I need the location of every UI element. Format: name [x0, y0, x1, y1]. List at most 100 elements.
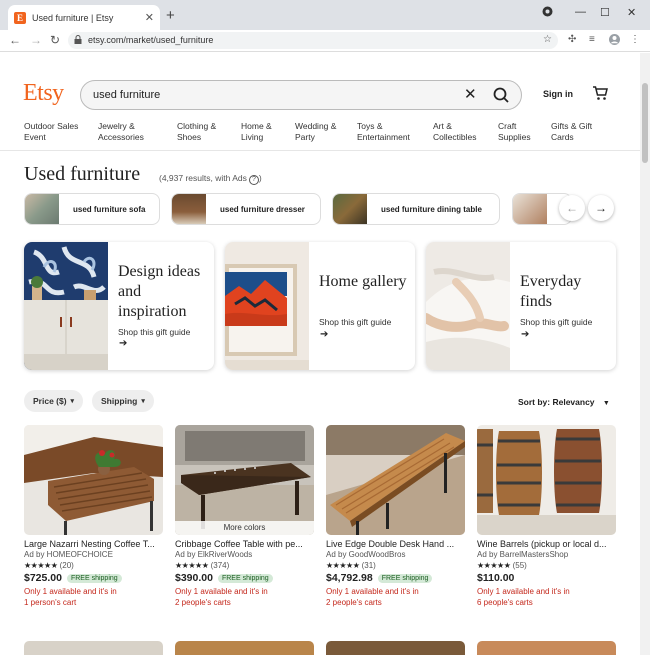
minimize-icon[interactable]: —	[575, 6, 586, 18]
listing-image[interactable]	[326, 425, 465, 535]
header-divider	[0, 150, 640, 151]
extensions-icon[interactable]: ✣	[568, 34, 576, 45]
listing-title[interactable]: Wine Barrels (pickup or local d...	[477, 539, 616, 549]
listing-card[interactable]: Live Edge Double Desk Hand ... Ad by Goo…	[326, 425, 465, 608]
listing-image-peek[interactable]	[175, 641, 314, 655]
reload-icon[interactable]: ↻	[50, 33, 60, 47]
listing-rating: ★★★★★ (20)	[24, 561, 163, 570]
gift-guide-subtitle: Shop this gift guide	[118, 327, 191, 337]
stock-warning-line2: 1 person's cart	[24, 598, 77, 607]
listing-card[interactable]: Wine Barrels (pickup or local d... Ad by…	[477, 425, 616, 608]
free-shipping-badge: FREE shipping	[66, 573, 122, 583]
category-link[interactable]: Home & Living	[241, 121, 281, 143]
category-nav: Outdoor Sales Event Jewelry & Accessorie…	[24, 121, 628, 143]
listing-title[interactable]: Cribbage Coffee Table with pe...	[175, 539, 314, 549]
listing-price: $725.00	[24, 572, 62, 584]
listing-image-peek[interactable]	[24, 641, 163, 655]
reading-list-icon[interactable]: ≡	[589, 34, 595, 45]
forward-icon[interactable]: →	[30, 33, 42, 47]
category-link[interactable]: Craft Supplies	[498, 121, 540, 143]
carousel-next-button[interactable]: →	[588, 195, 614, 221]
design-ideas-image	[24, 242, 108, 370]
url-field[interactable]: etsy.com/market/used_furniture	[68, 32, 558, 49]
star-rating-icon: ★★★★★	[24, 561, 58, 570]
ads-info-icon[interactable]: ?	[248, 175, 259, 185]
listing-seller: Ad by BarrelMastersShop	[477, 550, 569, 559]
gift-guide-subtitle: Shop this gift guide	[520, 317, 593, 327]
listing-image[interactable]	[24, 425, 163, 535]
category-link[interactable]: Art & Collectibles	[433, 121, 487, 143]
result-count: (4,937 results, with Ads?)	[159, 173, 262, 185]
listing-rating: ★★★★★ (55)	[477, 561, 616, 570]
carousel-prev-button[interactable]: ←	[559, 195, 585, 221]
category-link[interactable]: Gifts & Gift Cards	[551, 121, 601, 143]
listing-image[interactable]: More colors	[175, 425, 314, 535]
etsy-logo[interactable]: Etsy	[23, 80, 64, 107]
shipping-filter-label: Shipping	[101, 396, 138, 406]
related-search-chip[interactable]: used furniture dining table	[332, 193, 500, 225]
stock-warning-line1: Only 1 available and it's in	[326, 587, 419, 596]
related-search-chip[interactable]: used furniture dresser	[171, 193, 321, 225]
category-link[interactable]: Clothing & Shoes	[177, 121, 227, 143]
review-count: (20)	[59, 561, 74, 570]
tab-title: Used furniture | Etsy	[32, 12, 114, 23]
category-link[interactable]: Jewelry & Accessories	[98, 121, 158, 143]
listing-image[interactable]	[477, 425, 616, 535]
maximize-icon[interactable]: ☐	[600, 6, 610, 19]
free-shipping-badge: FREE shipping	[377, 573, 433, 583]
listing-image-peek[interactable]	[477, 641, 616, 655]
gift-guide-subtitle: Shop this gift guide	[319, 317, 392, 327]
stock-warning-line2: 6 people's carts	[477, 598, 533, 607]
related-search-chip[interactable]: used furniture sofa	[24, 193, 160, 225]
page-title: Used furniture	[24, 163, 141, 185]
listing-image-peek[interactable]	[326, 641, 465, 655]
tab-close-icon[interactable]: ✕	[145, 11, 154, 24]
shipping-filter-button[interactable]: Shipping ▾	[92, 390, 154, 412]
scrollbar-thumb[interactable]	[642, 83, 648, 163]
sign-in-link[interactable]: Sign in	[543, 89, 573, 99]
gift-guide-title: Everyday finds	[520, 273, 582, 310]
chevron-down-icon: ▾	[141, 398, 145, 405]
bookmark-star-icon[interactable]: ☆	[543, 34, 552, 45]
listing-title[interactable]: Large Nazarri Nesting Coffee T...	[24, 539, 163, 549]
profile-dot-icon[interactable]	[542, 6, 553, 20]
sort-dropdown[interactable]: Sort by: Relevancy ▼	[518, 397, 610, 407]
back-icon[interactable]: ←	[9, 33, 21, 47]
price-filter-label: Price ($)	[33, 396, 67, 406]
gift-guide-card[interactable]: Design ideas and inspiration Shop this g…	[24, 242, 214, 370]
account-icon[interactable]	[609, 34, 620, 48]
listing-title[interactable]: Live Edge Double Desk Hand ...	[326, 539, 465, 549]
price-filter-button[interactable]: Price ($) ▾	[24, 390, 84, 412]
browser-tab[interactable]: E Used furniture | Etsy ✕	[8, 5, 160, 30]
cart-icon[interactable]	[592, 86, 608, 101]
arrow-right-icon: ➔	[320, 329, 329, 340]
stock-warning: Only 1 available and it's in 1 person's …	[24, 586, 163, 608]
listing-seller: Ad by GoodWoodBros	[326, 550, 406, 559]
more-colors-label: More colors	[175, 521, 314, 535]
category-link[interactable]: Wedding & Party	[295, 121, 345, 143]
listing-seller: Ad by HOMEOFCHOICE	[24, 550, 113, 559]
everyday-finds-image	[426, 242, 510, 370]
stock-warning-line1: Only 1 available and it's in	[175, 587, 268, 596]
page-scrollbar[interactable]	[640, 53, 650, 655]
stock-warning-line1: Only 1 available and it's in	[24, 587, 117, 596]
search-icon[interactable]	[491, 86, 513, 104]
listing-card[interactable]: Large Nazarri Nesting Coffee T... Ad by …	[24, 425, 163, 608]
stock-warning-line2: 2 people's carts	[326, 598, 382, 607]
review-count: (31)	[361, 561, 376, 570]
new-tab-icon[interactable]: +	[166, 7, 175, 24]
category-link[interactable]: Toys & Entertainment	[357, 121, 421, 143]
gift-guide-card[interactable]: Everyday finds Shop this gift guide ➔	[426, 242, 616, 370]
gift-guide-card[interactable]: Home gallery Shop this gift guide ➔	[225, 242, 415, 370]
review-count: (55)	[512, 561, 527, 570]
stock-warning: Only 1 available and it's in 2 people's …	[326, 586, 465, 608]
clear-search-icon[interactable]: ✕	[464, 85, 477, 103]
listing-rating: ★★★★★ (374)	[175, 561, 314, 570]
category-link[interactable]: Outdoor Sales Event	[24, 121, 86, 143]
caret-down-icon: ▼	[602, 400, 610, 407]
listing-card[interactable]: More colors Cribbage Coffee Table with p…	[175, 425, 314, 608]
window-close-icon[interactable]: ✕	[627, 6, 636, 19]
more-menu-icon[interactable]: ⋮	[630, 34, 640, 45]
search-input[interactable]: used furniture ✕	[80, 80, 522, 110]
listing-price-row: $110.00	[477, 572, 616, 584]
